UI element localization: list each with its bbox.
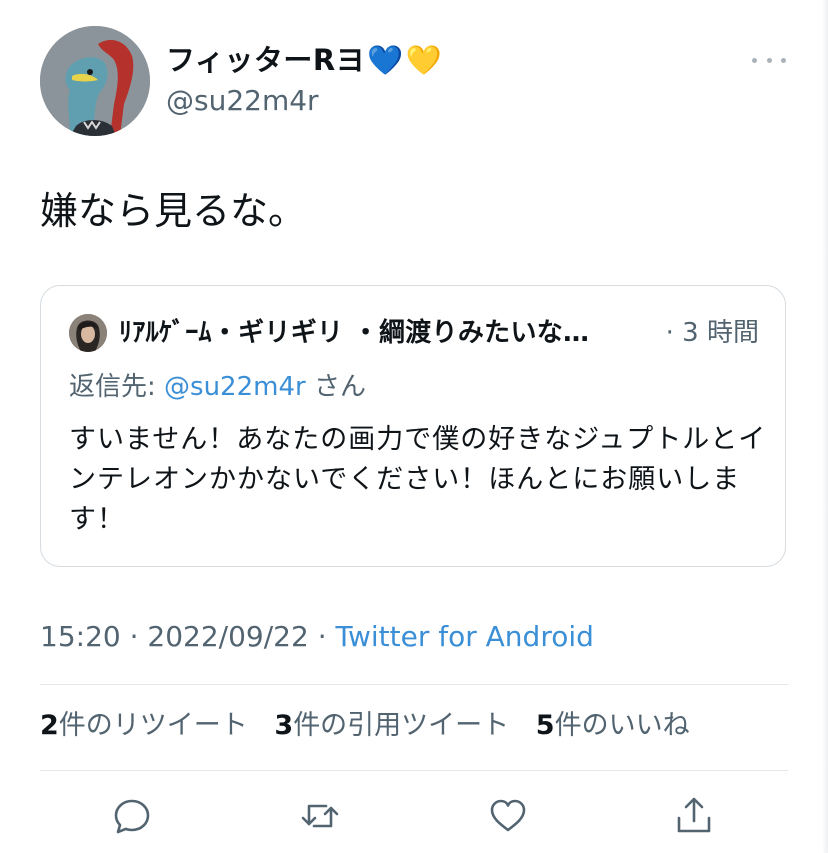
quote-avatar-image xyxy=(69,314,107,352)
quote-timestamp: · 3 時間 xyxy=(661,312,759,354)
yellow-heart-emoji: 💛 xyxy=(405,43,443,77)
dot-icon xyxy=(781,57,786,63)
likes-count: 5 xyxy=(535,710,555,741)
heart-icon xyxy=(490,799,526,832)
reply-prefix: 返信先: xyxy=(69,372,165,402)
meta-separator: · xyxy=(308,620,336,653)
avatar-image xyxy=(40,26,150,136)
divider xyxy=(40,770,788,771)
quoted-tweet-card[interactable]: ﾘｱﾙｹﾞｰﾑ・ギリギリ ・綱渡りみたいな… · 3 時間 返信先: @su22… xyxy=(40,285,786,567)
retweets-label: 件のリツイート xyxy=(58,710,248,741)
dot-icon xyxy=(752,57,757,63)
divider xyxy=(40,684,788,685)
quote-author-name[interactable]: ﾘｱﾙｹﾞｰﾑ・ギリギリ ・綱渡りみたいな… xyxy=(119,318,589,348)
reply-button[interactable] xyxy=(110,794,154,838)
quote-body-text: すいません！あなたの画力で僕の好きなジュプトルとインテレオンかかないでください！… xyxy=(69,424,767,535)
scrollbar-track xyxy=(822,0,828,853)
like-button[interactable] xyxy=(486,794,530,838)
meta-separator: · xyxy=(120,620,148,653)
retweets-count: 2 xyxy=(40,710,59,741)
blue-heart-emoji: 💙 xyxy=(367,43,404,77)
retweet-button[interactable] xyxy=(298,794,342,838)
quote-author-avatar xyxy=(69,314,107,352)
engagement-stats: 2件のリツイート 3件の引用ツイート 5件のいいね xyxy=(40,706,708,746)
tweet-metadata: 15:20 · 2022/09/22 · Twitter for Android xyxy=(40,616,594,658)
tweet-date: 2022/09/22 xyxy=(147,620,309,653)
tweet-time: 15:20 xyxy=(40,620,121,653)
dot-icon xyxy=(766,57,772,63)
quote-header: ﾘｱﾙｹﾞｰﾑ・ギリギリ ・綱渡りみたいな… · 3 時間 xyxy=(119,312,759,354)
tweet-source-link[interactable]: Twitter for Android xyxy=(336,620,594,653)
reply-icon xyxy=(114,799,150,834)
author-handle[interactable]: @su22m4r xyxy=(166,82,319,120)
share-icon xyxy=(677,797,711,833)
author-name[interactable]: フィッターRヨ💙💛 xyxy=(166,40,442,80)
quotes-stat[interactable]: 3件の引用ツイート xyxy=(274,710,509,741)
share-button[interactable] xyxy=(672,794,716,838)
tweet-text: 嫌なら見るな。 xyxy=(40,189,307,233)
quotes-label: 件の引用ツイート xyxy=(293,710,510,741)
author-avatar[interactable] xyxy=(40,26,150,136)
likes-stat[interactable]: 5件のいいね xyxy=(536,710,690,741)
quotes-count: 3 xyxy=(274,710,294,741)
retweets-stat[interactable]: 2件のリツイート xyxy=(40,710,248,741)
quote-reply-context: 返信先: @su22m4r さん xyxy=(69,368,366,406)
reply-mention-link[interactable]: @su22m4r xyxy=(164,372,306,402)
retweet-icon xyxy=(301,804,339,828)
more-options-button[interactable] xyxy=(752,48,786,72)
likes-label: 件のいいね xyxy=(554,710,690,741)
author-name-text: フィッターRヨ xyxy=(166,43,366,77)
reply-suffix: さん xyxy=(305,372,366,402)
